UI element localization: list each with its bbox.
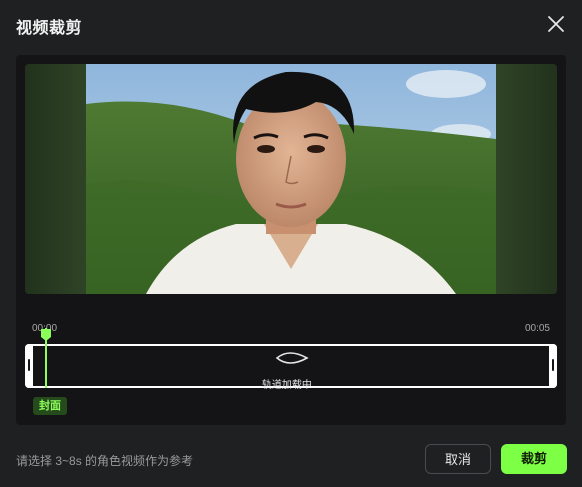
cover-badge[interactable]: 封面 xyxy=(33,397,67,415)
loading-icon xyxy=(275,352,309,364)
close-icon[interactable] xyxy=(544,12,568,36)
cancel-button[interactable]: 取消 xyxy=(425,444,491,474)
crop-panel: 00:00 00:05 轨道加载中... 封面 xyxy=(16,55,566,425)
track-loading-text: 轨道加载中... xyxy=(261,380,321,391)
crop-button[interactable]: 裁剪 xyxy=(501,444,567,474)
timeline-timestamps: 00:00 00:05 xyxy=(16,323,566,337)
video-preview xyxy=(25,64,557,294)
video-frame xyxy=(86,64,496,294)
letterbox-left xyxy=(25,64,86,294)
end-time: 00:05 xyxy=(524,323,550,334)
trim-handle-right[interactable] xyxy=(549,344,557,388)
timeline-track[interactable]: 轨道加载中... xyxy=(25,344,557,391)
dialog-title: 视频裁剪 xyxy=(16,20,83,37)
duration-hint: 请选择 3~8s 的角色视频作为参考 xyxy=(16,454,194,468)
video-crop-dialog: 视频裁剪 00:05 轨道加载中... 封面 请选择 3~8s 的角色视频作为参… xyxy=(0,0,582,487)
playhead-handle-icon[interactable] xyxy=(40,328,52,342)
letterbox-right xyxy=(496,64,557,294)
